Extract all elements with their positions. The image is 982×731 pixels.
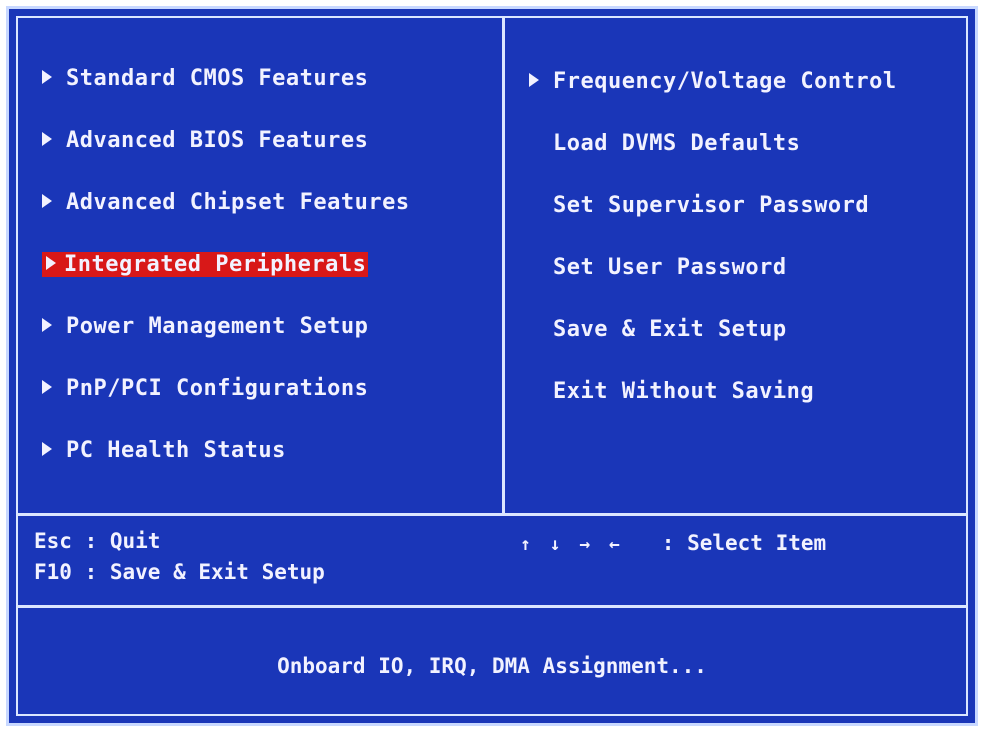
status-divider [18,605,966,608]
help-esc-quit: Esc : Quit [34,529,161,553]
menu-item-label: Advanced Chipset Features [66,190,410,215]
submenu-arrow-icon [42,70,52,84]
help-select-item: ↑ ↓ → ← : Select Item [520,529,826,559]
help-select-text: : Select Item [661,531,827,555]
submenu-arrow-icon [42,442,52,456]
menu-item-load-defaults[interactable]: Load DVMS Defaults [553,129,800,159]
menu-item-pnp-pci-configurations[interactable]: PnP/PCI Configurations [42,374,368,404]
menu-item-save-exit-setup[interactable]: Save & Exit Setup [553,315,787,345]
menu-item-power-management-setup[interactable]: Power Management Setup [42,312,368,342]
menu-item-label: Standard CMOS Features [66,66,369,91]
menu-item-set-user-password[interactable]: Set User Password [553,253,787,283]
menu-item-set-supervisor-password[interactable]: Set Supervisor Password [553,191,869,221]
outer-frame [16,16,968,716]
item-description: Onboard IO, IRQ, DMA Assignment... [277,654,707,678]
menu-item-label: Power Management Setup [66,314,369,339]
menu-item-standard-cmos-features[interactable]: Standard CMOS Features [42,64,368,94]
submenu-arrow-icon [529,73,539,87]
menu-item-advanced-bios-features[interactable]: Advanced BIOS Features [42,126,368,156]
menu-item-label: Set Supervisor Password [553,193,870,218]
menu-item-text: Integrated Peripherals [64,252,367,277]
submenu-arrow-icon [42,380,52,394]
column-divider [502,18,505,515]
menu-item-advanced-chipset-features[interactable]: Advanced Chipset Features [42,188,410,218]
menu-item-label: PnP/PCI Configurations [66,376,369,401]
menu-item-label: Advanced BIOS Features [66,128,369,153]
menu-item-label: Frequency/Voltage Control [553,69,897,94]
menu-item-label: Set User Password [553,255,787,280]
menu-item-exit-without-saving[interactable]: Exit Without Saving [553,377,814,407]
menu-item-integrated-peripherals[interactable]: Integrated Peripherals [42,250,369,280]
menu-item-label: PC Health Status [66,438,286,463]
menu-item-label: Load DVMS Defaults [553,131,801,156]
submenu-arrow-icon [42,132,52,146]
submenu-arrow-icon [46,256,56,270]
help-f10-save-exit: F10 : Save & Exit Setup [34,560,325,584]
menu-item-pc-health-status[interactable]: PC Health Status [42,436,286,466]
submenu-arrow-icon [42,194,52,208]
menu-item-frequency-voltage-control[interactable]: Frequency/Voltage Control [529,67,897,97]
bios-setup-screen: Standard CMOS Features Advanced BIOS Fea… [6,6,978,726]
menu-item-label: Exit Without Saving [553,379,815,404]
menu-item-label-selected: Integrated Peripherals [42,252,369,277]
help-divider [18,513,966,516]
menu-item-label: Save & Exit Setup [553,317,787,342]
arrow-keys-icon: ↑ ↓ → ← [520,534,624,555]
submenu-arrow-icon [42,318,52,332]
